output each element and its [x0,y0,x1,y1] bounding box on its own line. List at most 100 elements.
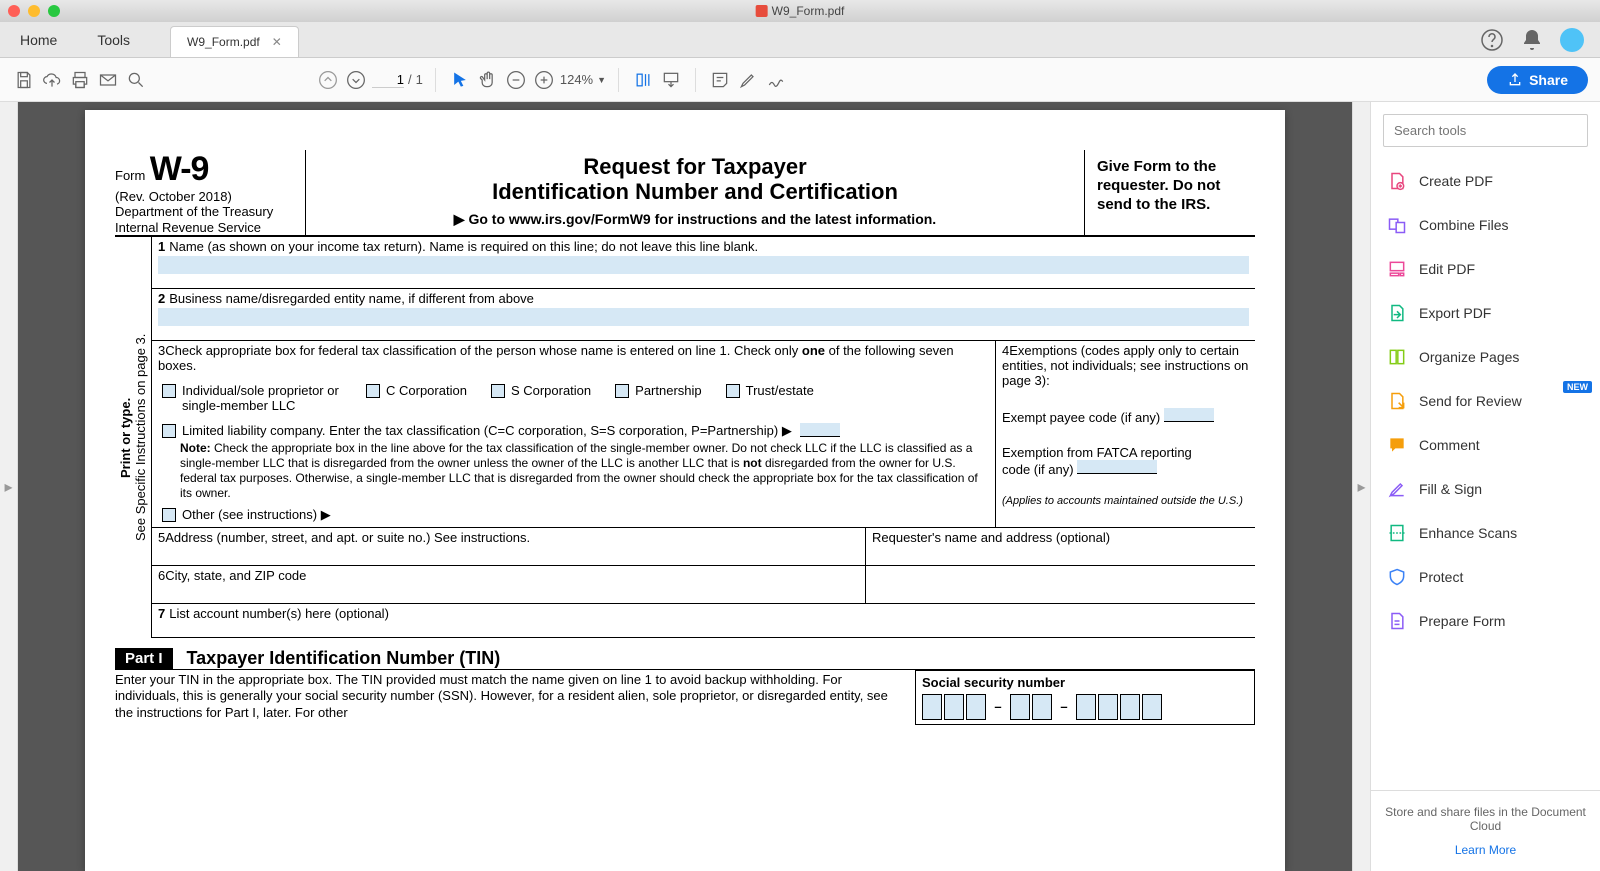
save-icon[interactable] [12,68,36,92]
ssn-digit[interactable] [1120,694,1140,720]
cloud-upload-icon[interactable] [40,68,64,92]
line-3: 3Check appropriate box for federal tax c… [152,341,995,527]
form-give: Give Form to the requester. Do not send … [1085,150,1255,235]
tools-tab[interactable]: Tools [77,22,150,57]
share-button[interactable]: Share [1487,66,1588,94]
line-4: 4Exemptions (codes apply only to certain… [995,341,1255,527]
document-tab[interactable]: W9_Form.pdf ✕ [170,26,299,57]
traffic-lights [8,5,60,17]
form-word: Form [115,168,145,183]
print-icon[interactable] [68,68,92,92]
form-title-1: Request for Taxpayer [316,154,1074,179]
new-badge: NEW [1563,381,1592,393]
left-panel-toggle[interactable]: ▸ [0,102,18,871]
pdf-page: Form W-9 (Rev. October 2018) Department … [85,110,1285,871]
tool-enhance-scans[interactable]: Enhance Scans [1371,511,1600,555]
fit-width-icon[interactable] [631,68,655,92]
selection-tool-icon[interactable] [448,68,472,92]
search-icon[interactable] [124,68,148,92]
part-1-text: Enter your TIN in the appropriate box. T… [115,672,899,725]
cb-other[interactable] [162,508,176,522]
business-name-input[interactable] [158,308,1249,326]
window-titlebar: W9_Form.pdf [0,0,1600,22]
email-icon[interactable] [96,68,120,92]
vertical-instructions: Print or type.See Specific Instructions … [115,237,151,638]
llc-class-input[interactable] [800,423,840,437]
home-tab[interactable]: Home [0,22,77,57]
page-up-icon[interactable] [316,68,340,92]
form-title-2: Identification Number and Certification [316,179,1074,204]
tools-panel: Create PDF Combine Files Edit PDF Export… [1370,102,1600,871]
form-rev: (Rev. October 2018) [115,189,297,204]
line-6: City, state, and ZIP code [165,568,306,583]
learn-more-link[interactable]: Learn More [1385,843,1586,857]
page-down-icon[interactable] [344,68,368,92]
page-total: 1 [416,72,423,87]
cb-individual[interactable] [162,384,176,398]
page-current-input[interactable] [372,72,404,88]
ssn-digit[interactable] [966,694,986,720]
maximize-window[interactable] [48,5,60,17]
search-tools-input[interactable] [1383,114,1588,147]
sign-icon[interactable] [764,68,788,92]
cloud-footer-text: Store and share files in the Document Cl… [1385,805,1586,833]
part-1-title: Taxpayer Identification Number (TIN) [187,648,501,669]
name-input[interactable] [158,256,1249,274]
tool-prepare-form[interactable]: Prepare Form [1371,599,1600,643]
line-2: 2Business name/disregarded entity name, … [152,289,1255,341]
sticky-note-icon[interactable] [708,68,732,92]
ssn-digit[interactable] [944,694,964,720]
close-tab-icon[interactable]: ✕ [272,35,282,49]
ssn-digit[interactable] [1010,694,1030,720]
zoom-in-icon[interactable] [532,68,556,92]
tool-create-pdf[interactable]: Create PDF [1371,159,1600,203]
requester-label: Requester's name and address (optional) [872,530,1110,545]
cb-partnership[interactable] [615,384,629,398]
line-5: Address (number, street, and apt. or sui… [165,530,530,545]
pdf-icon [756,5,768,17]
ssn-digit[interactable] [1032,694,1052,720]
form-dept1: Department of the Treasury [115,204,297,220]
exempt-payee-input[interactable] [1164,408,1214,422]
user-avatar[interactable] [1560,28,1584,52]
part-1-label: Part I [115,648,173,669]
cb-ccorp[interactable] [366,384,380,398]
cb-scorp[interactable] [491,384,505,398]
right-panel-toggle[interactable]: ▸ [1352,102,1370,871]
tool-send-for-review[interactable]: Send for ReviewNEW [1371,379,1600,423]
tool-organize-pages[interactable]: Organize Pages [1371,335,1600,379]
highlight-icon[interactable] [736,68,760,92]
ssn-digit[interactable] [1076,694,1096,720]
line-1: 1Name (as shown on your income tax retur… [152,237,1255,289]
ssn-digit[interactable] [922,694,942,720]
hand-tool-icon[interactable] [476,68,500,92]
line-7: 7List account number(s) here (optional) [152,604,1255,638]
cb-trust[interactable] [726,384,740,398]
help-icon[interactable] [1480,28,1504,52]
close-window[interactable] [8,5,20,17]
tool-protect[interactable]: Protect [1371,555,1600,599]
read-mode-icon[interactable] [659,68,683,92]
page-indicator: / 1 [372,72,423,88]
cb-llc[interactable] [162,424,176,438]
main-toolbar: / 1 124% ▼ Share [0,58,1600,102]
tool-export-pdf[interactable]: Export PDF [1371,291,1600,335]
form-code: W-9 [150,150,209,188]
ssn-digit[interactable] [1142,694,1162,720]
zoom-level[interactable]: 124% ▼ [560,72,606,87]
minimize-window[interactable] [28,5,40,17]
app-tabs: Home Tools W9_Form.pdf ✕ [0,22,1600,58]
fatca-code-input[interactable] [1077,460,1157,474]
ssn-digit[interactable] [1098,694,1118,720]
tool-edit-pdf[interactable]: Edit PDF [1371,247,1600,291]
tool-fill-sign[interactable]: Fill & Sign [1371,467,1600,511]
window-title: W9_Form.pdf [772,4,845,18]
tool-comment[interactable]: Comment [1371,423,1600,467]
notifications-icon[interactable] [1520,28,1544,52]
zoom-out-icon[interactable] [504,68,528,92]
ssn-section: Social security number – – [915,670,1255,725]
tool-combine-files[interactable]: Combine Files [1371,203,1600,247]
document-viewport[interactable]: Form W-9 (Rev. October 2018) Department … [18,102,1352,871]
form-goto: ▶ Go to www.irs.gov/FormW9 for instructi… [316,211,1074,228]
document-tab-label: W9_Form.pdf [187,35,260,49]
